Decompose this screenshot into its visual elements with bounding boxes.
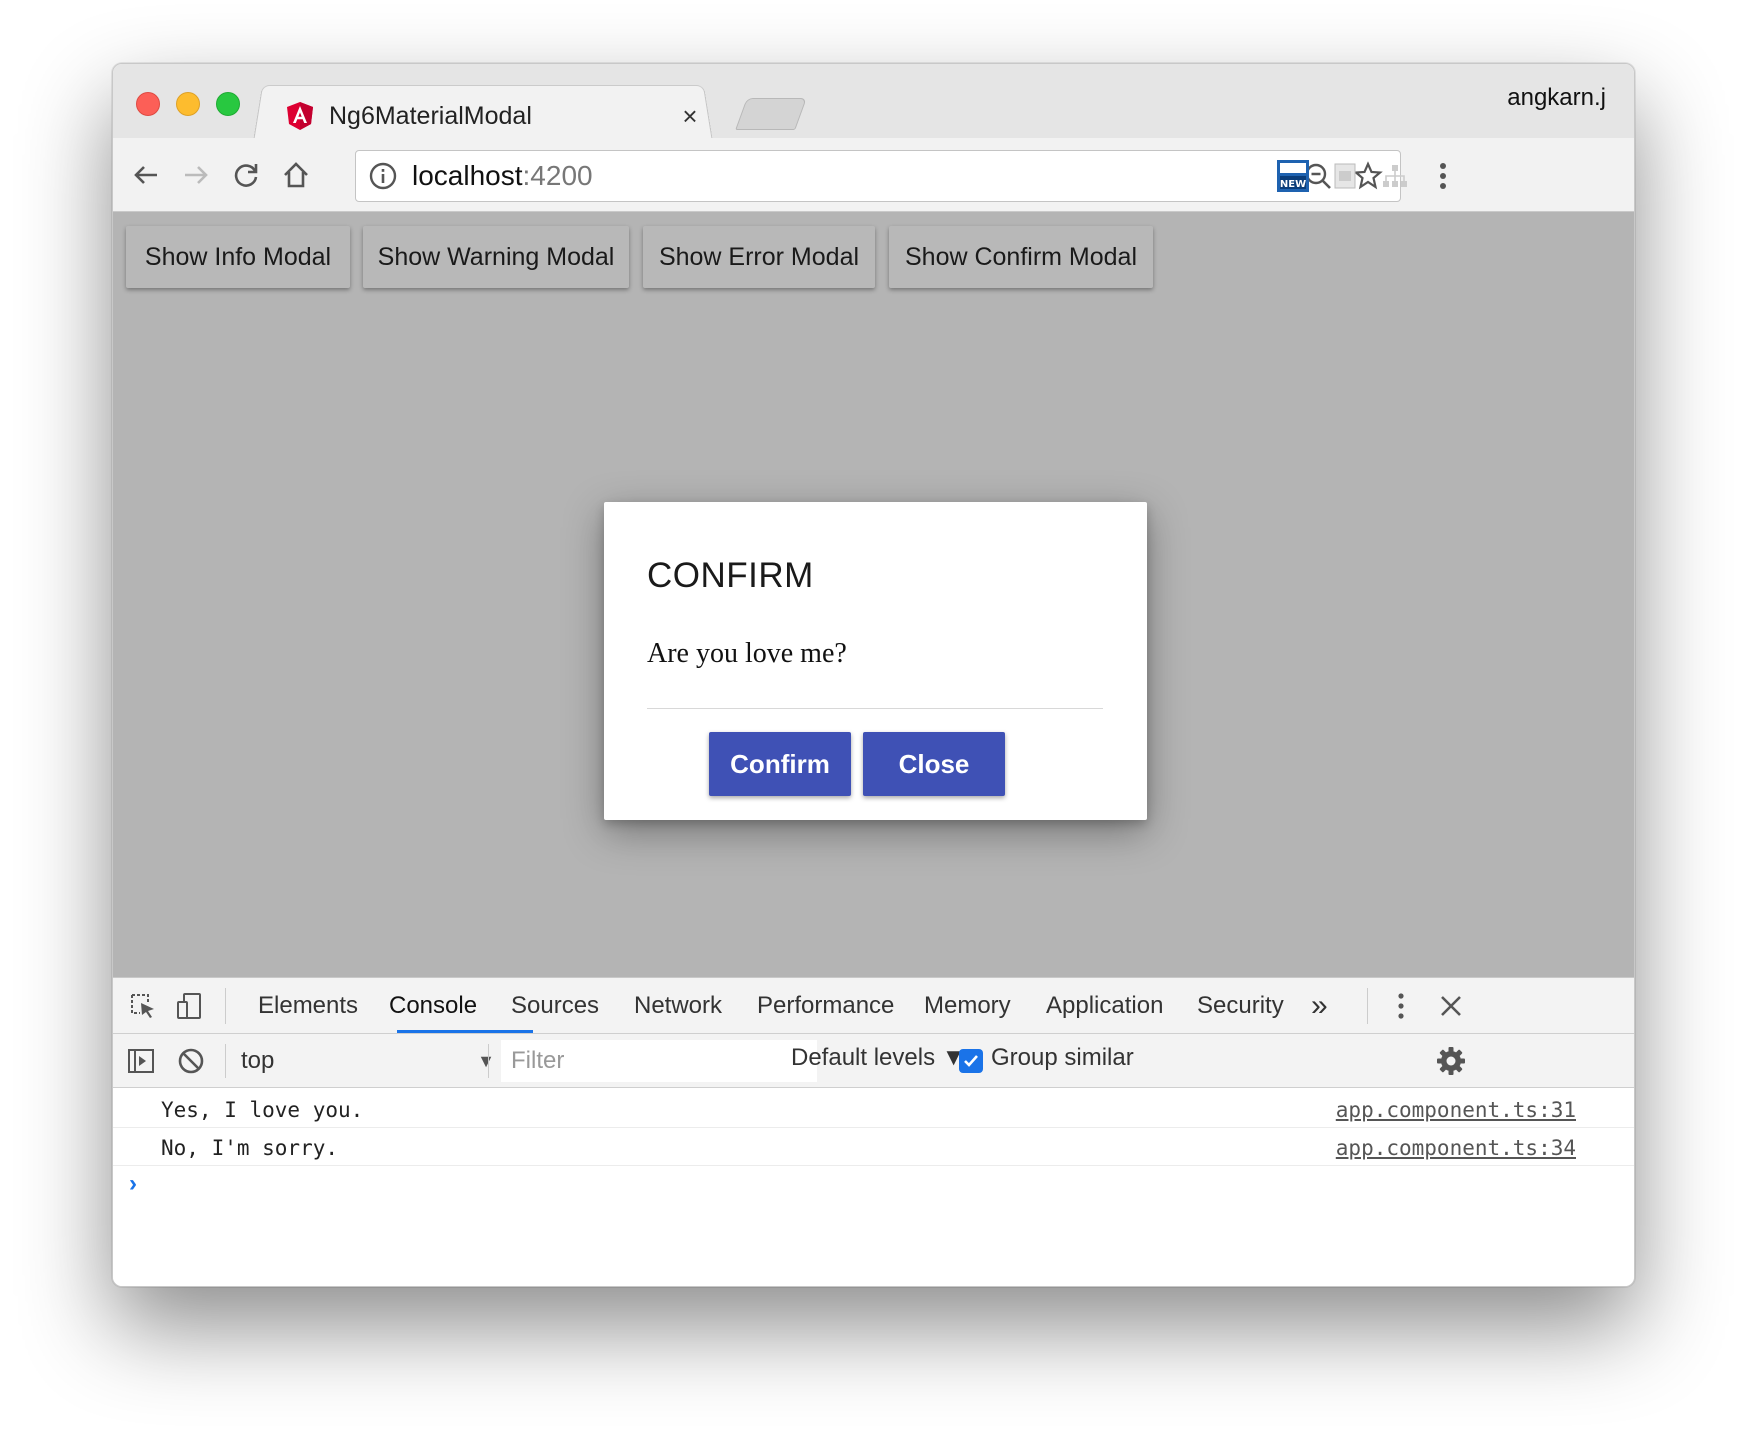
filter-separator [488, 1044, 489, 1078]
url-port: :4200 [522, 160, 593, 191]
window-maximize-button[interactable] [216, 92, 240, 116]
block-icon [178, 1048, 204, 1074]
address-url[interactable]: localhost:4200 [412, 160, 1288, 192]
more-tabs-button[interactable]: » [1311, 978, 1328, 1034]
confirm-button[interactable]: Confirm [709, 732, 851, 796]
browser-menu-button[interactable] [1425, 158, 1461, 194]
tab-close-icon[interactable]: × [675, 101, 705, 132]
gear-icon [1437, 1047, 1465, 1075]
console-message: Yes, I love you. [161, 1098, 364, 1122]
page-viewport: Show Info Modal Show Warning Modal Show … [113, 212, 1634, 977]
new-tab-button[interactable] [735, 98, 807, 130]
reload-button[interactable] [221, 150, 271, 200]
tab-application[interactable]: Application [1046, 978, 1163, 1034]
tab-console[interactable]: Console [389, 978, 477, 1034]
home-icon [284, 162, 308, 188]
show-confirm-modal-button[interactable]: Show Confirm Modal [889, 226, 1153, 288]
close-button[interactable]: Close [863, 732, 1005, 796]
tab-performance[interactable]: Performance [757, 978, 894, 1034]
dialog-message: Are you love me? [647, 638, 847, 669]
console-source-link[interactable]: app.component.ts:34 [1336, 1136, 1576, 1160]
console-filter-bar: top ▼ Filter Default levels ▼ Group simi… [113, 1034, 1634, 1088]
devtools-tabbar: Elements Console Sources Network Perform… [113, 978, 1634, 1034]
window-minimize-button[interactable] [176, 92, 200, 116]
svg-text:NEW: NEW [1280, 179, 1306, 190]
confirm-dialog: CONFIRM Are you love me? Confirm Close [604, 502, 1147, 820]
console-prompt[interactable]: › [129, 1170, 137, 1198]
inspect-icon [131, 994, 154, 1018]
browser-window: Ng6MaterialModal × angkarn.j localhost:4… [112, 63, 1635, 1287]
window-close-button[interactable] [136, 92, 160, 116]
show-warning-modal-button[interactable]: Show Warning Modal [363, 226, 629, 288]
console-row: No, I'm sorry. app.component.ts:34 [113, 1128, 1634, 1166]
console-row: Yes, I love you. app.component.ts:31 [113, 1090, 1634, 1128]
tab-network[interactable]: Network [634, 978, 722, 1034]
address-bar[interactable]: localhost:4200 [355, 150, 1401, 202]
devtools-panel: Elements Console Sources Network Perform… [113, 977, 1634, 1286]
dialog-divider [647, 708, 1103, 709]
device-toolbar-button[interactable] [169, 986, 209, 1026]
angular-icon [287, 102, 313, 130]
news-extension-icon[interactable]: NEW [1275, 158, 1311, 194]
arrow-left-icon [134, 166, 157, 184]
sitemap-extension-icon[interactable] [1377, 158, 1413, 194]
home-button[interactable] [271, 150, 321, 200]
dialog-title: CONFIRM [647, 556, 814, 595]
reload-icon [234, 164, 258, 187]
sidebar-icon [128, 1049, 154, 1073]
context-selector[interactable]: top ▼ [241, 1044, 495, 1078]
console-source-link[interactable]: app.component.ts:31 [1336, 1098, 1576, 1122]
default-levels-dropdown[interactable]: Default levels ▼ [791, 1044, 966, 1072]
tab-elements[interactable]: Elements [258, 978, 358, 1034]
show-error-modal-button[interactable]: Show Error Modal [643, 226, 875, 288]
info-icon[interactable] [368, 161, 398, 191]
device-icon [177, 993, 201, 1019]
show-sidebar-button[interactable] [121, 1041, 161, 1081]
browser-toolbar: localhost:4200 NEW [113, 138, 1634, 212]
context-label: top [241, 1047, 275, 1074]
back-button[interactable] [121, 150, 171, 200]
group-similar-label: Group similar [991, 1044, 1134, 1071]
console-settings-button[interactable] [1431, 1041, 1471, 1081]
show-info-modal-button[interactable]: Show Info Modal [126, 226, 350, 288]
url-host: localhost [412, 160, 523, 191]
inspect-element-button[interactable] [123, 986, 163, 1026]
kebab-menu-icon [1398, 993, 1404, 1019]
close-icon [1441, 996, 1461, 1016]
profile-name[interactable]: angkarn.j [1507, 84, 1606, 112]
tab-security[interactable]: Security [1197, 978, 1284, 1034]
group-similar-checkbox[interactable] [959, 1049, 983, 1073]
devtools-close-button[interactable] [1431, 986, 1471, 1026]
devtools-separator [225, 988, 226, 1024]
dropdown-arrow-icon: ▼ [477, 1050, 495, 1071]
checkmark-icon [964, 1055, 978, 1067]
browser-tab[interactable]: Ng6MaterialModal × [285, 88, 705, 144]
console-filter-input[interactable]: Filter [501, 1040, 817, 1082]
active-tab-indicator [397, 1030, 533, 1033]
clear-console-button[interactable] [171, 1041, 211, 1081]
tab-sources[interactable]: Sources [511, 978, 599, 1034]
tab-strip: Ng6MaterialModal × angkarn.j [113, 64, 1634, 142]
devtools-menu-button[interactable] [1381, 986, 1421, 1026]
devtools-separator [1367, 988, 1368, 1024]
tab-memory[interactable]: Memory [924, 978, 1011, 1034]
arrow-right-icon [185, 166, 208, 184]
tab-title: Ng6MaterialModal [329, 101, 532, 130]
console-message: No, I'm sorry. [161, 1136, 339, 1160]
document-extension-icon[interactable] [1327, 158, 1363, 194]
filter-separator [225, 1044, 226, 1078]
kebab-menu-icon [1440, 163, 1446, 189]
forward-button[interactable] [171, 150, 221, 200]
